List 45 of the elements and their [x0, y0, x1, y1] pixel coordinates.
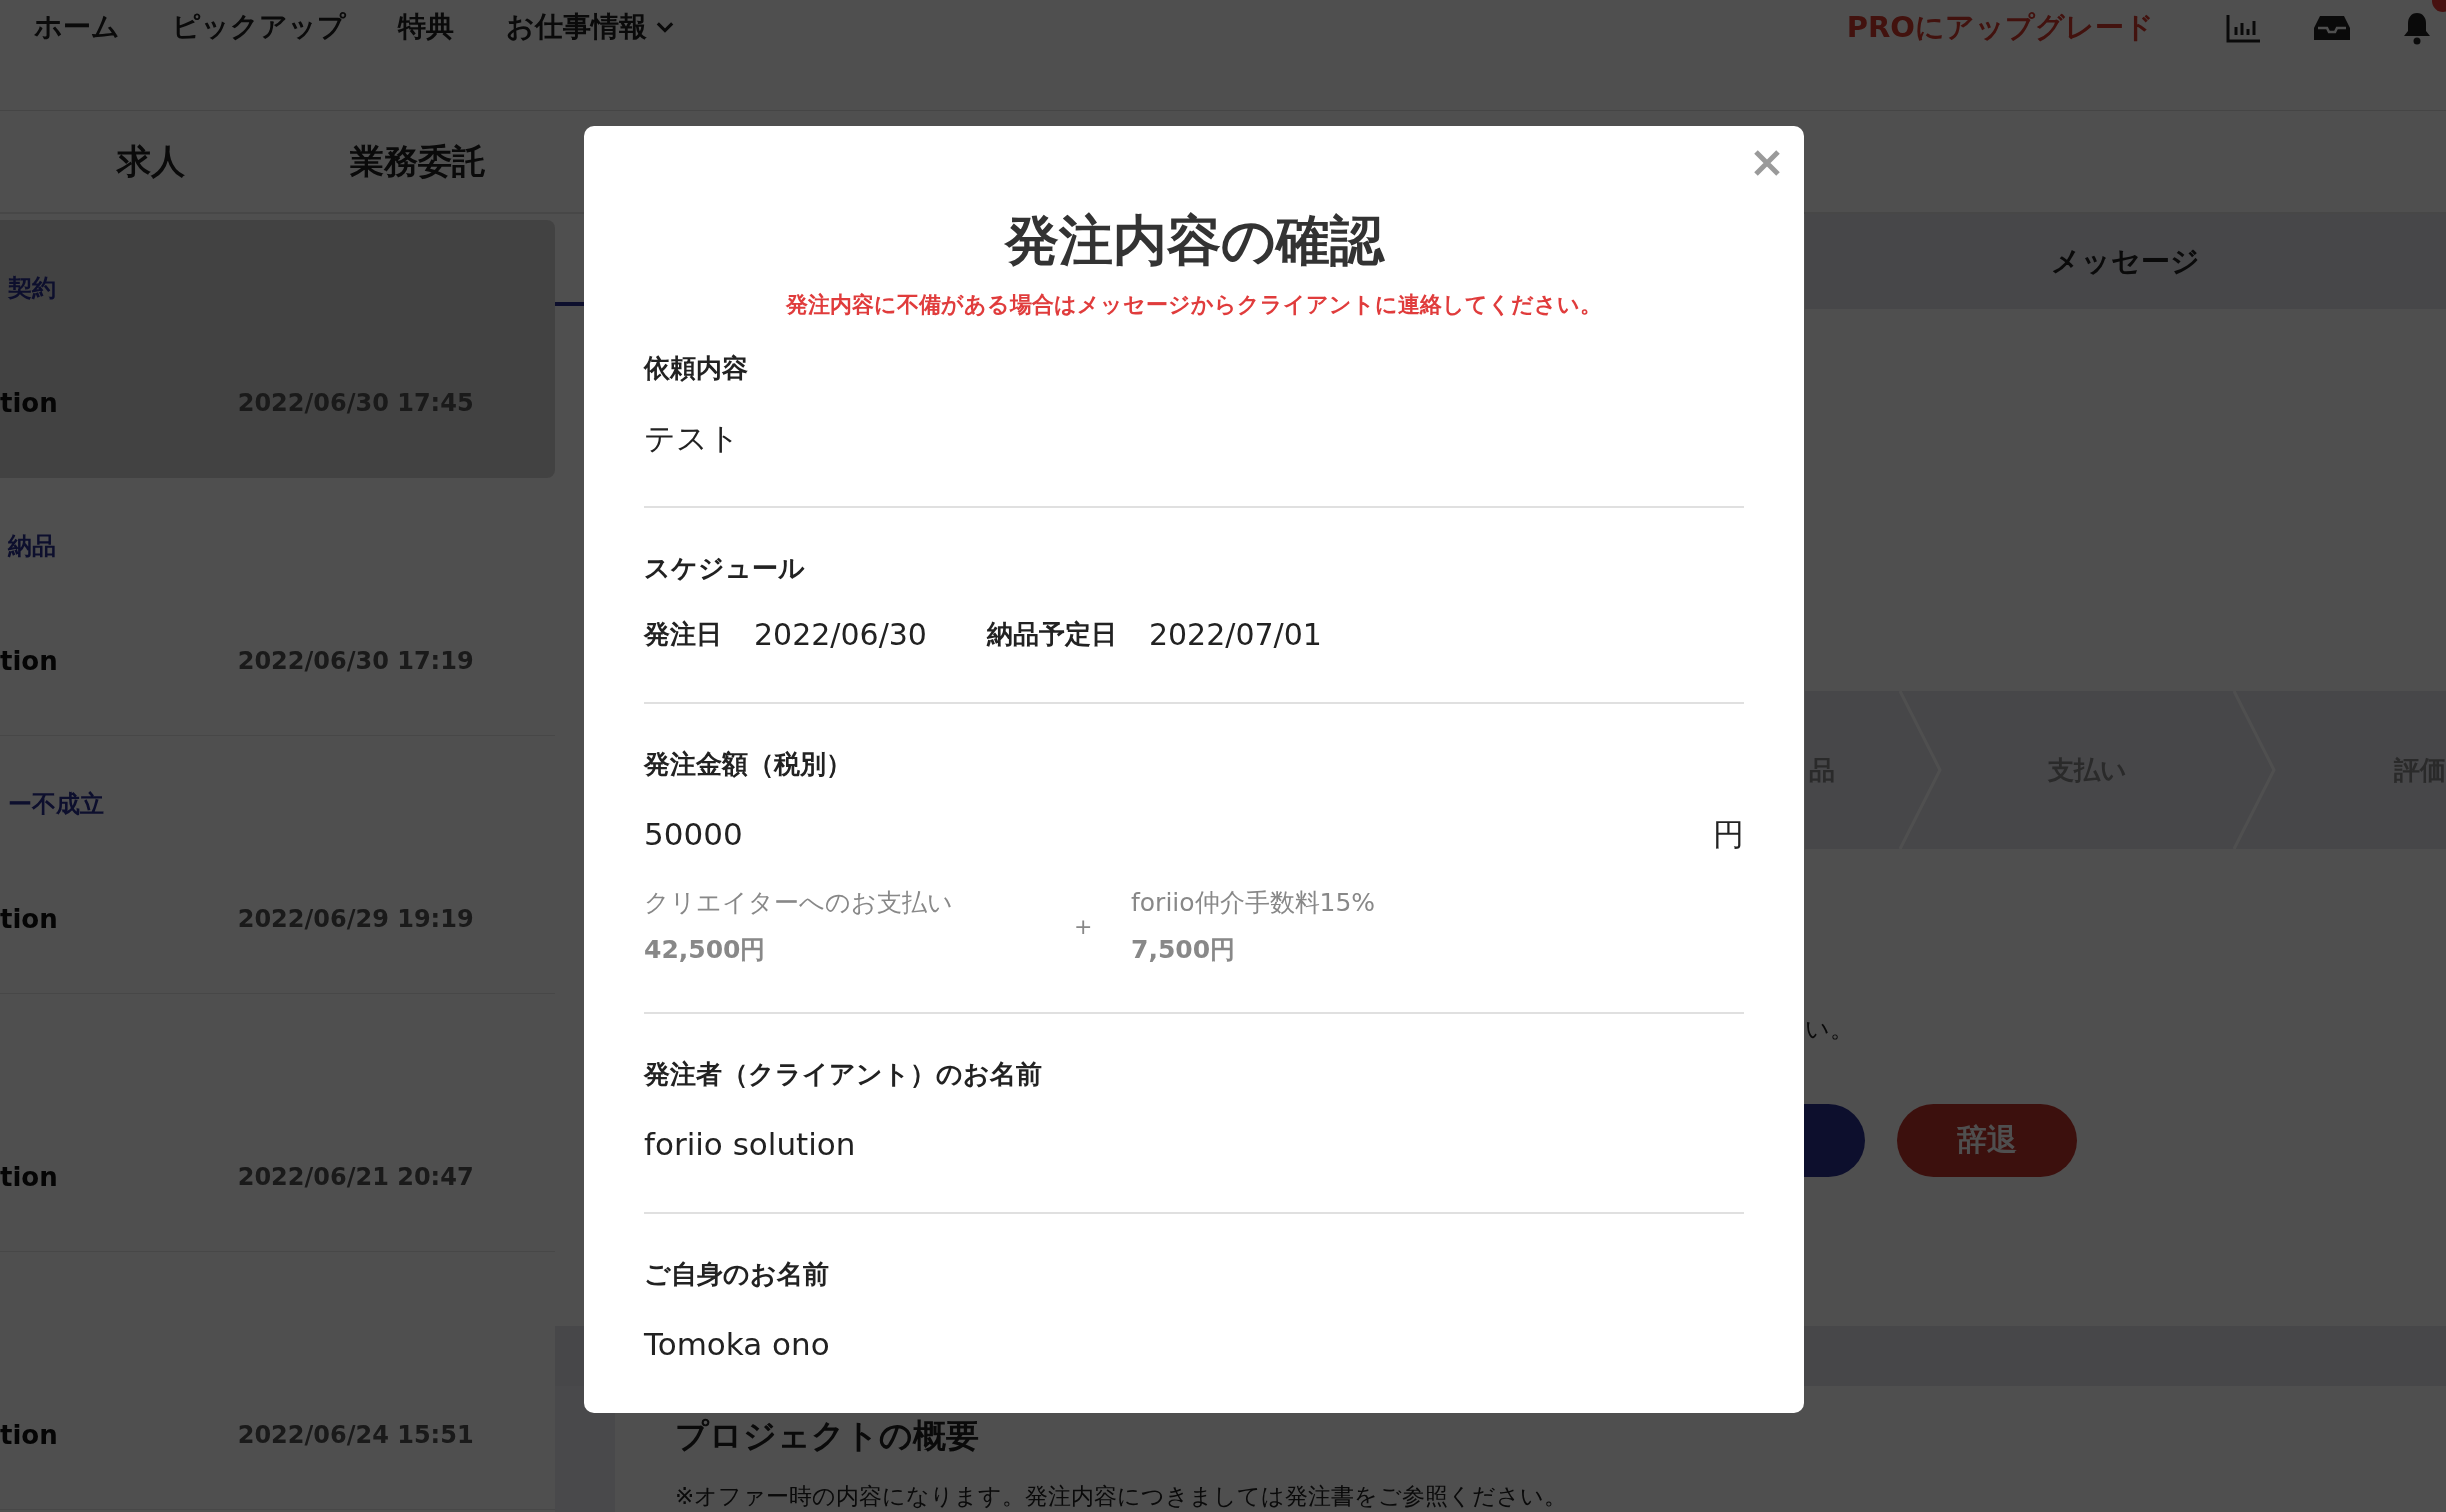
section-label: 依頼内容 [644, 352, 749, 385]
bar-chart-icon[interactable] [2226, 13, 2262, 43]
field-value: foriio solution [644, 1125, 857, 1164]
section-title: プロジェクトの概要 [675, 1415, 980, 1457]
status-label: ー不成立 [7, 790, 104, 818]
section-label: ご自身のお名前 [644, 1258, 830, 1291]
currency-unit: 円 [1713, 815, 1744, 854]
section-label: スケジュール [644, 552, 806, 585]
section-label: 発注者（クライアント）のお名前 [644, 1058, 1043, 1091]
nav-link[interactable]: ホーム [34, 8, 120, 46]
client-name: tion [0, 388, 58, 418]
breakdown-label: foriio仲介手数料15% [1131, 887, 1377, 919]
nav-link[interactable]: ピックアップ [172, 8, 346, 46]
note-text: ※オファー時の内容になります。発注内容につきましては発注書をご参照ください。 [675, 1482, 1568, 1511]
modal-title: 発注内容の確認 [1003, 208, 1386, 274]
tab-indicator [555, 302, 585, 306]
field-value: Tomoka ono [644, 1325, 831, 1364]
messages-header: メッセージ [1805, 214, 2446, 309]
breakdown-amount: 42,500円 [644, 934, 767, 966]
client-name: tion [0, 1420, 58, 1450]
section-label: 発注金額（税別） [644, 748, 853, 781]
date-value: 2022/07/01 [1148, 616, 1322, 652]
nav-link[interactable]: お仕事情報 [506, 8, 677, 46]
client-name: tion [0, 904, 58, 934]
tab[interactable]: 求人 [117, 138, 185, 185]
upgrade-link[interactable]: PROにアップグレード [1846, 8, 2154, 48]
tab[interactable]: 業務委託 [350, 138, 486, 185]
status-label: 納品 [6, 532, 56, 560]
date-label: 納品予定日 [986, 617, 1117, 651]
decline-button[interactable]: 辞退 [1897, 1104, 2077, 1177]
client-name: tion [0, 646, 58, 676]
field-value: テスト [644, 419, 741, 458]
breakdown-amount: 7,500円 [1131, 934, 1237, 966]
inbox-icon[interactable] [2312, 13, 2352, 43]
nav-link[interactable]: 特典 [398, 8, 454, 46]
date-value: 2022/06/30 [754, 616, 927, 652]
date-label: 発注日 [644, 617, 722, 651]
amount-value: 50000 [644, 815, 743, 854]
client-name: tion [0, 1162, 58, 1192]
notice-text: い。 [1805, 1014, 1855, 1044]
close-icon[interactable] [1752, 148, 1782, 178]
breakdown-label: クリエイターへのお支払い [644, 887, 954, 919]
warning-text: 発注内容に不備がある場合はメッセージからクライアントに連絡してください。 [784, 291, 1603, 319]
plus-sign: + [1074, 913, 1094, 939]
bell-icon[interactable] [2402, 11, 2432, 45]
